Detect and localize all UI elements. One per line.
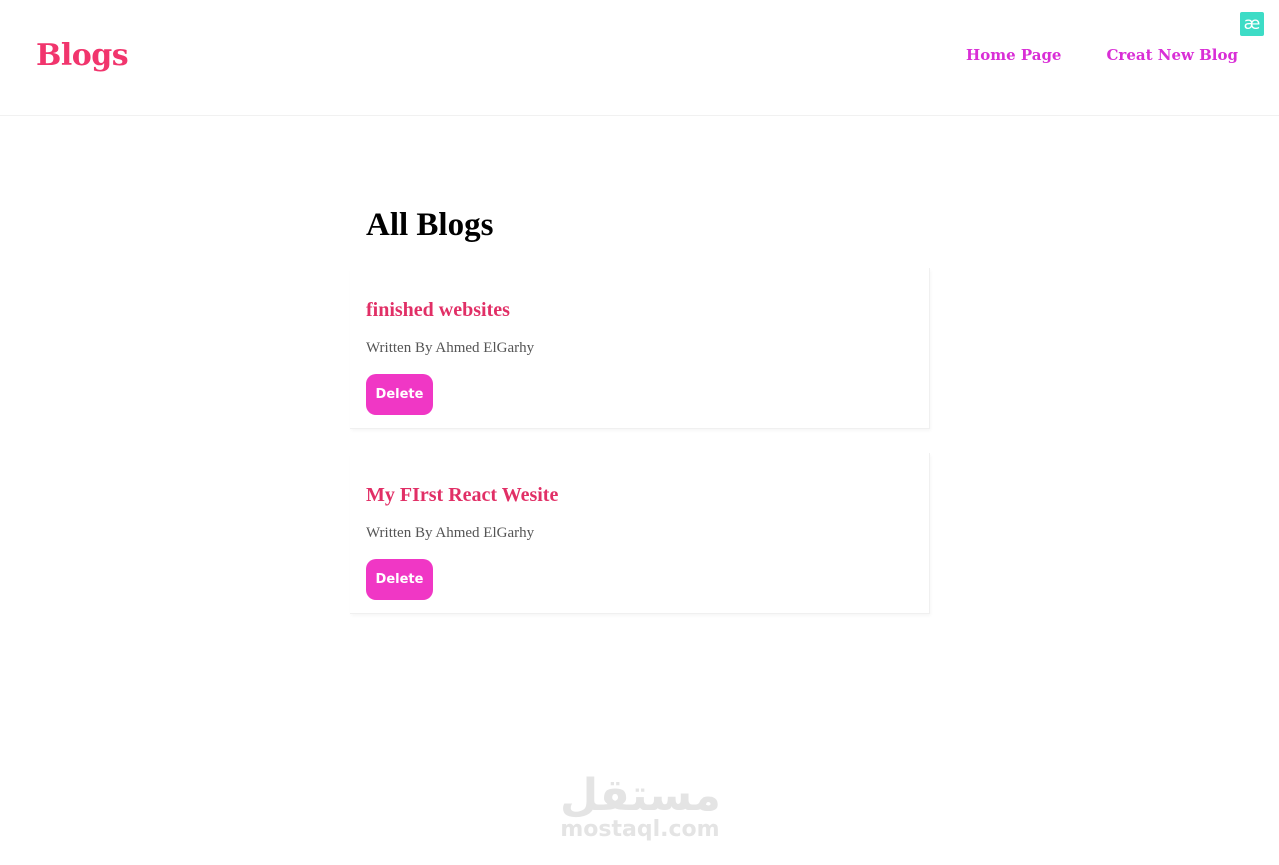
blog-preview[interactable]: finished websites Written By Ahmed ElGar…: [350, 268, 930, 429]
nav-links: Home Page Creat New Blog: [966, 45, 1238, 65]
mostaql-watermark: مستقل mostaql.com: [560, 770, 721, 842]
extension-icon[interactable]: æ: [1240, 12, 1264, 36]
watermark-latin: mostaql.com: [560, 817, 720, 842]
home-page-link[interactable]: Home Page: [966, 45, 1061, 65]
blog-author: Written By Ahmed ElGarhy: [366, 525, 535, 541]
delete-button[interactable]: Delete: [366, 374, 433, 415]
page-title: All Blogs: [366, 207, 494, 243]
brand-logo[interactable]: Blogs: [36, 36, 129, 76]
watermark-arabic: مستقل: [560, 770, 721, 821]
delete-button[interactable]: Delete: [366, 559, 433, 600]
blog-title[interactable]: finished websites: [366, 296, 510, 324]
blog-preview[interactable]: My FIrst React Wesite Written By Ahmed E…: [350, 453, 930, 614]
navbar: Blogs Home Page Creat New Blog æ: [0, 0, 1279, 116]
blog-author: Written By Ahmed ElGarhy: [366, 340, 535, 356]
blog-title[interactable]: My FIrst React Wesite: [366, 481, 558, 509]
create-new-blog-link[interactable]: Creat New Blog: [1106, 45, 1238, 65]
blog-list: All Blogs finished websites Written By A…: [350, 200, 930, 638]
